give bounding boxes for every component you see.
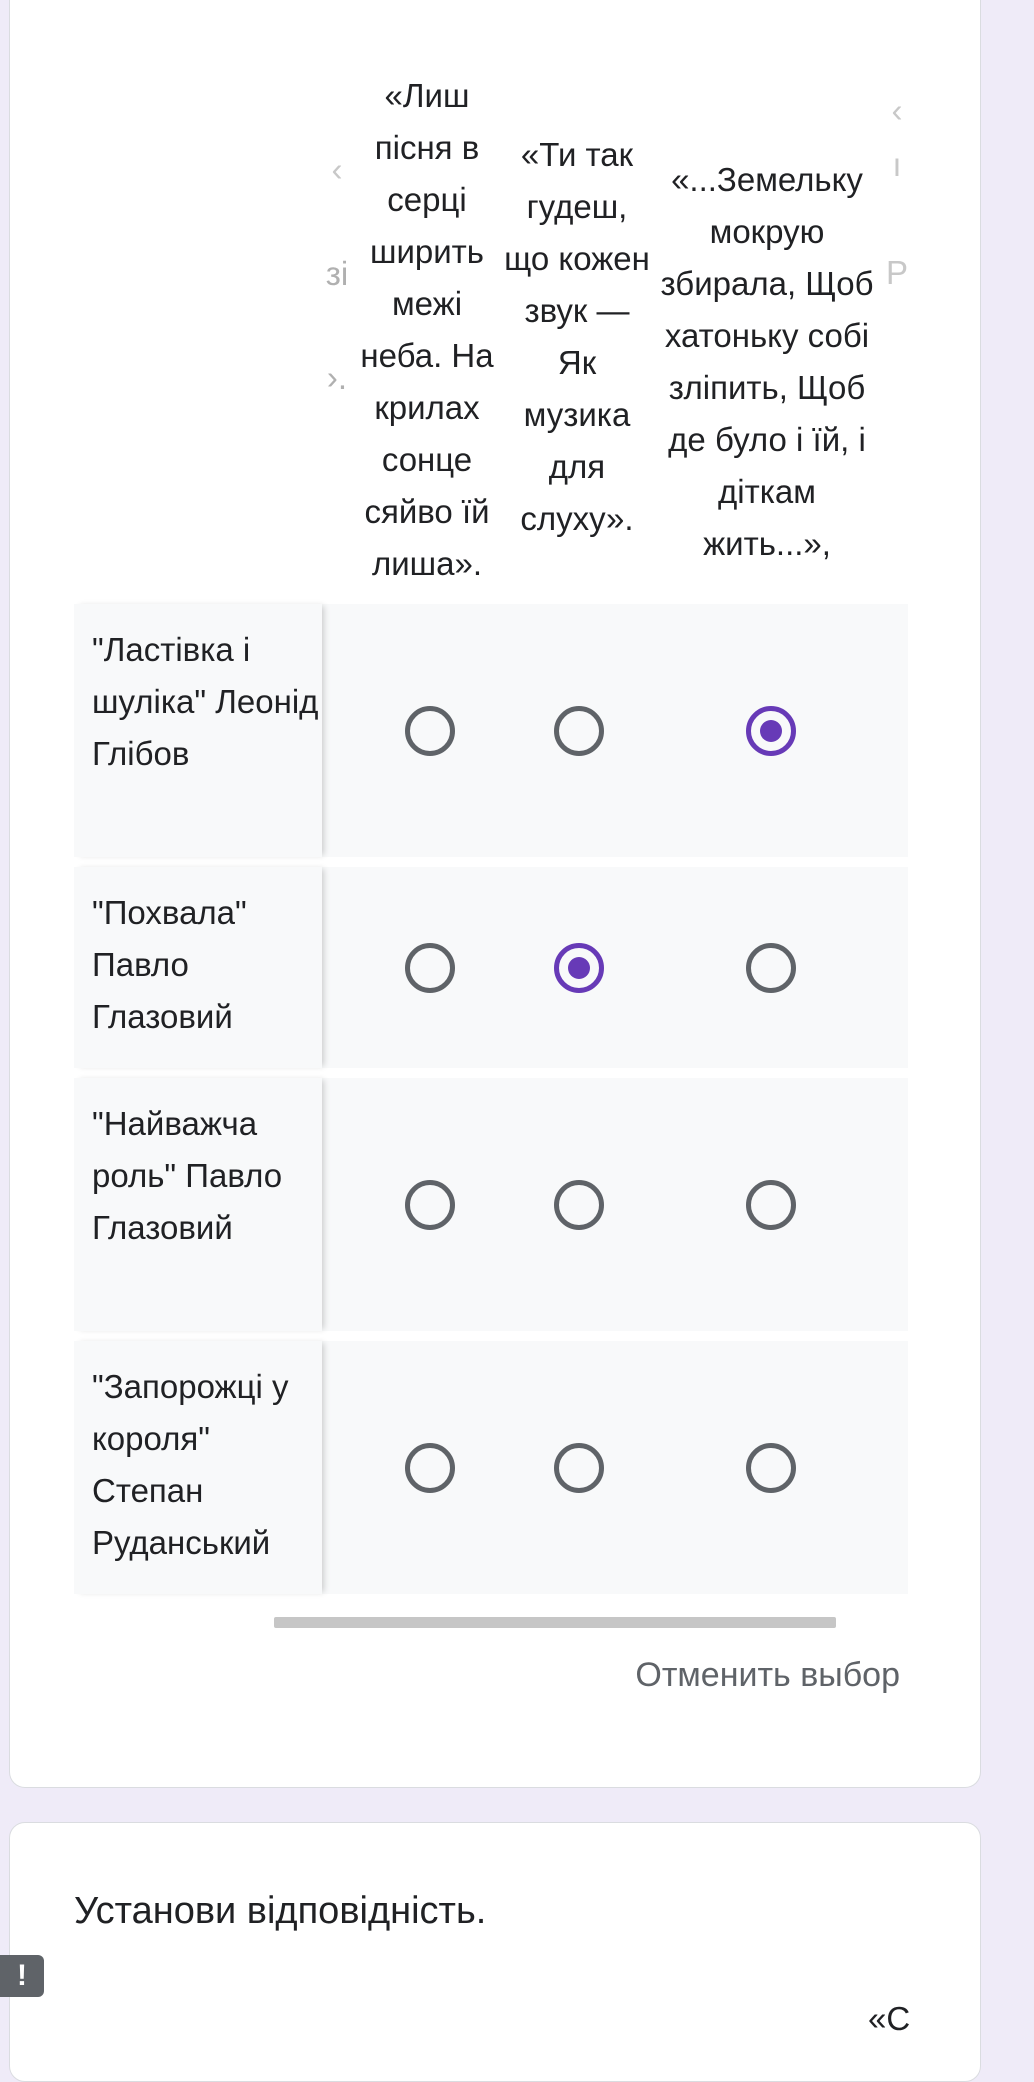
radio-row2-col1[interactable] xyxy=(405,942,455,993)
partial-left-line3: ›. xyxy=(326,359,348,396)
required-alert-icon: ! xyxy=(0,1955,44,1997)
question-title: Установи відповідність. xyxy=(74,1890,487,1932)
grid-viewport: ‹ зі ›. «Лиш пісня в серці ширить межі н… xyxy=(74,0,908,1650)
column-header-3-text: «...Земельку мокрую збирала, Щоб хатоньк… xyxy=(660,161,874,562)
radio-row4-col1[interactable] xyxy=(405,1442,455,1493)
row-label: "Ластівка і шуліка" Леонід Глібов xyxy=(74,604,322,857)
radio-row1-col2[interactable] xyxy=(554,705,604,756)
column-header-partial-right: ‹ ı Р xyxy=(885,92,908,291)
row-label: "Запорожці у короля" Степан Руданський xyxy=(74,1341,322,1594)
clear-selection-button[interactable]: Отменить выбор xyxy=(580,1650,900,1700)
column-header-partial-left: ‹ зі ›. xyxy=(322,0,352,600)
row-label: "Похвала" Павло Глазовий xyxy=(74,867,322,1068)
column-header-1: «Лиш пісня в серці ширить межі неба. На … xyxy=(352,0,502,600)
partial-left-line1: ‹ xyxy=(331,151,343,188)
radio-row3-col1[interactable] xyxy=(405,1179,455,1230)
column-header-2: «Ти так гудеш, що кожен звук — Як музика… xyxy=(502,0,652,600)
next-column-header-partial: «С xyxy=(868,2000,911,2037)
column-header-3: «...Земельку мокрую збирала, Щоб хатоньк… xyxy=(652,0,882,600)
radio-row3-col2[interactable] xyxy=(554,1179,604,1230)
partial-left-line2: зі xyxy=(325,255,349,292)
radio-row2-col2[interactable] xyxy=(554,942,604,993)
grid-row: "Ластівка і шуліка" Леонід Глібов xyxy=(74,604,908,857)
grid-row: "Найважча роль" Павло Глазовий xyxy=(74,1078,908,1331)
radio-row4-col3[interactable] xyxy=(746,1442,796,1493)
next-question-card xyxy=(9,1822,981,2082)
grid-row: "Запорожці у короля" Степан Руданський xyxy=(74,1341,908,1594)
radio-row4-col2[interactable] xyxy=(554,1442,604,1493)
radio-row3-col3[interactable] xyxy=(746,1179,796,1230)
column-header-1-text: «Лиш пісня в серці ширить межі неба. На … xyxy=(360,77,494,582)
horizontal-scrollbar[interactable] xyxy=(274,1617,836,1628)
column-header-2-text: «Ти так гудеш, що кожен звук — Як музика… xyxy=(504,136,650,537)
radio-row1-col3[interactable] xyxy=(746,705,796,756)
row-label: "Найважча роль" Павло Глазовий xyxy=(74,1078,322,1331)
radio-row1-col1[interactable] xyxy=(405,705,455,756)
radio-row2-col3[interactable] xyxy=(746,942,796,993)
grid-row: "Похвала" Павло Глазовий xyxy=(74,867,908,1068)
